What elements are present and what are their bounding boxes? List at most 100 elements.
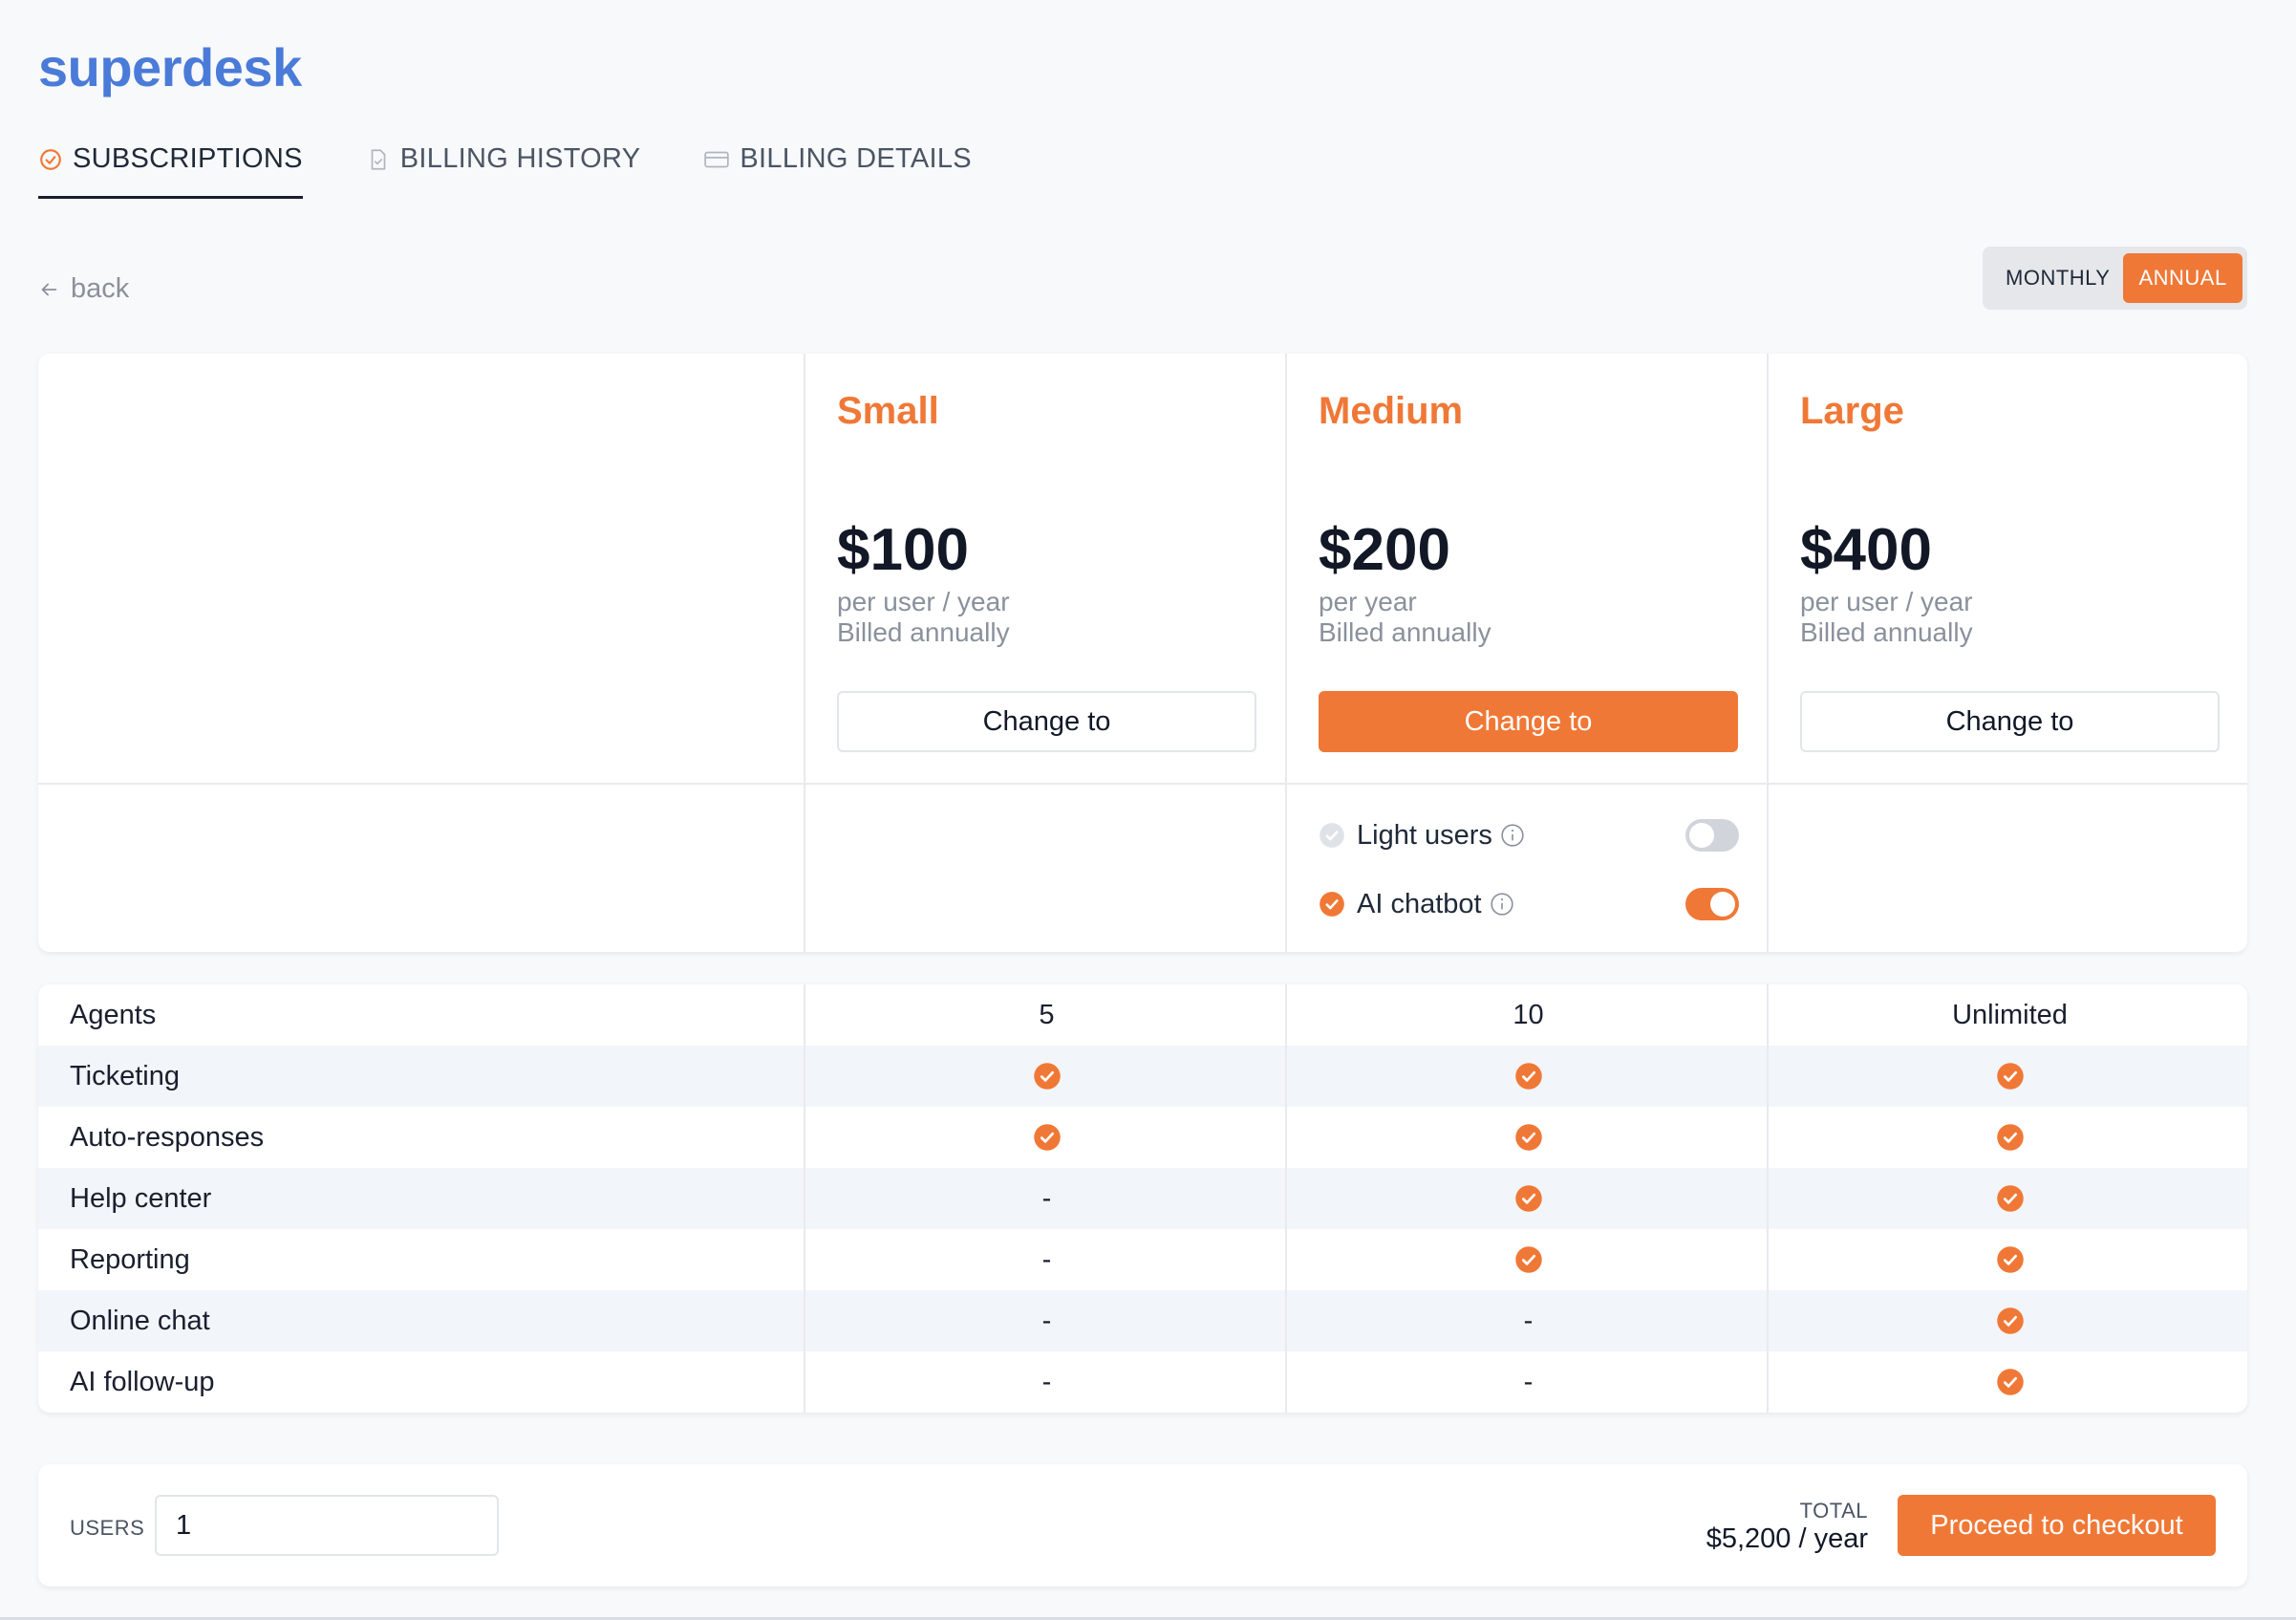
change-to-large-button[interactable]: Change to — [1800, 691, 2220, 752]
feature-included-cell — [1769, 1046, 2247, 1107]
feature-included-cell — [805, 1107, 1288, 1168]
total-label: TOTAL — [1799, 1499, 1868, 1523]
change-to-small-button[interactable]: Change to — [837, 691, 1256, 752]
feature-included-cell — [1769, 1107, 2247, 1168]
feature-name: Ticketing — [70, 1061, 180, 1091]
check-circle-icon — [1996, 1246, 2024, 1273]
plan-billing-note: Billed annually — [1800, 617, 1973, 647]
feature-value-cell: - — [805, 1351, 1288, 1413]
addon-light-users: Light users — [1319, 816, 1739, 854]
feature-included-cell — [1769, 1229, 2247, 1290]
feature-included-cell — [1287, 1229, 1770, 1290]
feature-value-cell: 5 — [805, 984, 1288, 1046]
feature-included-cell — [1769, 1168, 2247, 1229]
row-divider — [38, 783, 2247, 785]
change-to-medium-button[interactable]: Change to — [1319, 691, 1738, 752]
period-monthly-option[interactable]: MONTHLY — [2006, 266, 2110, 291]
check-circle-icon — [1514, 1185, 1542, 1212]
plan-name: Large — [1800, 390, 1904, 432]
feature-included-cell — [1287, 1168, 1770, 1229]
info-icon[interactable] — [1490, 892, 1514, 917]
column-divider — [804, 354, 805, 952]
table-row: Help center - — [38, 1168, 2247, 1229]
addon-label: AI chatbot — [1357, 888, 1482, 919]
users-label: USERS — [70, 1516, 145, 1540]
back-link[interactable]: back — [38, 273, 129, 305]
column-divider — [1285, 354, 1287, 952]
check-circle-icon — [1320, 823, 1344, 848]
feature-value: - — [1041, 1243, 1052, 1275]
feature-value-cell: - — [805, 1168, 1288, 1229]
tab-billing-details[interactable]: BILLING DETAILS — [703, 141, 972, 199]
plan-billing-note: Billed annually — [837, 617, 1010, 647]
feature-name: Agents — [70, 1000, 157, 1030]
document-check-icon — [371, 149, 386, 170]
table-row: Auto-responses — [38, 1107, 2247, 1168]
feature-value: - — [1041, 1305, 1052, 1336]
plan-unit: per user / year — [837, 587, 1010, 616]
table-row: Online chat - - — [38, 1290, 2247, 1351]
table-row: Agents 5 10 Unlimited — [38, 984, 2247, 1046]
feature-included-cell — [1769, 1351, 2247, 1413]
checkout-bar: USERS TOTAL $5,200 / year Proceed to che… — [38, 1464, 2247, 1587]
table-row: Ticketing — [38, 1046, 2247, 1107]
plan-price: $100 — [837, 517, 969, 583]
feature-value: - — [1041, 1366, 1052, 1397]
main-tabs: SUBSCRIPTIONS BILLING HISTORY BILLING DE… — [38, 141, 972, 199]
back-label: back — [71, 273, 130, 304]
feature-value-cell: - — [805, 1290, 1288, 1351]
column-divider — [1285, 984, 1287, 1413]
period-annual-option[interactable]: ANNUAL — [2123, 253, 2242, 303]
feature-value-cell: - — [1287, 1290, 1770, 1351]
table-row: Reporting - — [38, 1229, 2247, 1290]
plan-unit: per user / year — [1800, 587, 1973, 616]
billing-period-toggle: MONTHLY ANNUAL — [1983, 247, 2247, 310]
feature-value: 5 — [1039, 999, 1055, 1030]
column-divider — [1767, 354, 1769, 952]
features-table: Agents 5 10 Unlimited Ticketing Auto-response… — [38, 984, 2247, 1413]
check-circle-icon — [1996, 1063, 2024, 1090]
feature-included-cell — [805, 1046, 1288, 1107]
table-row: AI follow-up - - — [38, 1351, 2247, 1413]
feature-value: - — [1523, 1305, 1534, 1336]
feature-name: Reporting — [70, 1244, 190, 1275]
tab-subscriptions-label: SUBSCRIPTIONS — [73, 143, 303, 174]
feature-value-cell: Unlimited — [1769, 984, 2247, 1046]
feature-name: Auto-responses — [70, 1122, 265, 1153]
column-divider — [1767, 984, 1769, 1413]
arrow-left-icon — [41, 283, 57, 295]
plans-card: Small $100 per user / year Billed annual… — [38, 354, 2247, 952]
feature-value: 10 — [1513, 999, 1544, 1030]
light-users-toggle[interactable] — [1685, 819, 1739, 852]
superdesk-logo: superdesk — [38, 37, 302, 97]
check-circle-icon — [1320, 892, 1344, 917]
feature-included-cell — [1769, 1290, 2247, 1351]
total-value: $5,200 / year — [1706, 1523, 1868, 1554]
tab-subscriptions[interactable]: SUBSCRIPTIONS — [38, 141, 303, 199]
feature-value-cell: - — [1287, 1351, 1770, 1413]
plan-billing-note: Billed annually — [1319, 617, 1491, 647]
check-circle-icon — [1514, 1124, 1542, 1151]
tab-billing-history-label: BILLING HISTORY — [399, 143, 641, 174]
feature-name: Online chat — [70, 1306, 210, 1336]
check-circle-icon — [1996, 1185, 2024, 1212]
plan-price: $200 — [1319, 517, 1450, 583]
info-icon[interactable] — [1500, 823, 1525, 848]
check-circle-icon — [1033, 1063, 1061, 1090]
addon-label: Light users — [1357, 819, 1492, 851]
feature-value-cell: - — [805, 1229, 1288, 1290]
proceed-to-checkout-button[interactable]: Proceed to checkout — [1898, 1495, 2216, 1556]
check-circle-icon — [40, 149, 61, 170]
plan-name: Medium — [1319, 390, 1464, 432]
check-circle-icon — [1514, 1246, 1542, 1273]
ai-chatbot-toggle[interactable] — [1685, 888, 1739, 920]
users-input[interactable] — [155, 1495, 499, 1556]
tab-billing-details-label: BILLING DETAILS — [740, 143, 972, 174]
feature-value-cell: 10 — [1287, 984, 1770, 1046]
feature-value: - — [1041, 1182, 1052, 1214]
check-circle-icon — [1514, 1063, 1542, 1090]
plan-unit: per year — [1319, 587, 1417, 616]
tab-billing-history[interactable]: BILLING HISTORY — [366, 141, 641, 199]
feature-value: Unlimited — [1952, 999, 2068, 1030]
feature-included-cell — [1287, 1046, 1770, 1107]
